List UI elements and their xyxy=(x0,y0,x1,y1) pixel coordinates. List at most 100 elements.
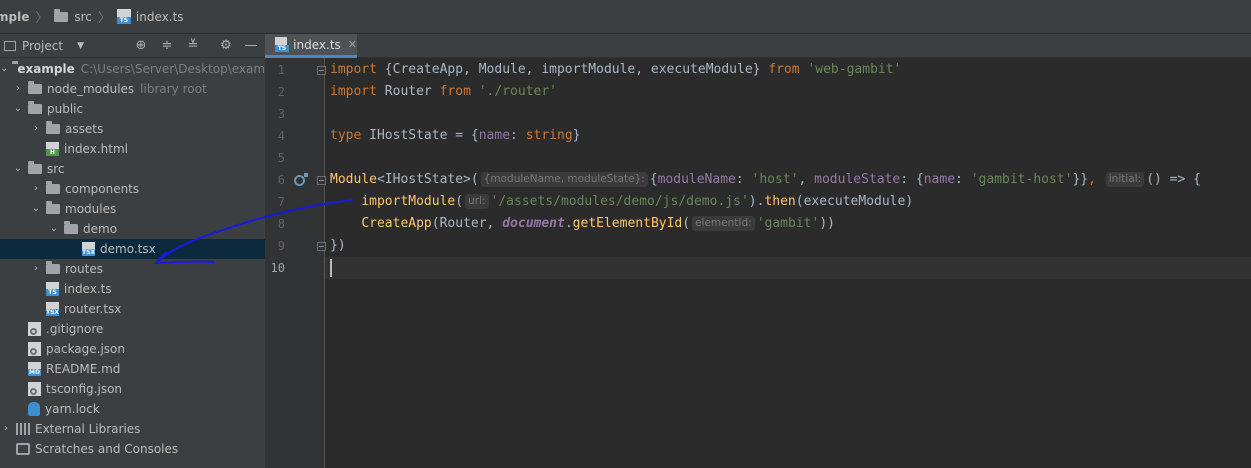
line-number[interactable]: 1 xyxy=(265,59,285,81)
line-number[interactable]: 6 xyxy=(265,169,285,191)
tree-item-label: README.md xyxy=(46,362,121,376)
tree-item-secondary: library root xyxy=(140,82,207,96)
tree-item-src[interactable]: ⌄ src xyxy=(0,159,265,179)
tree-item-demo-tsx[interactable]: TSX demo.tsx xyxy=(0,239,265,259)
folder-icon xyxy=(46,201,60,214)
fold-marker-icon[interactable] xyxy=(317,242,326,251)
yarn-icon xyxy=(28,402,40,416)
tree-item-router-tsx[interactable]: TSX router.tsx xyxy=(0,299,265,319)
ts-file-icon: TS xyxy=(275,37,289,52)
line-number[interactable]: 2 xyxy=(265,81,285,103)
code-line-9: }) xyxy=(330,238,346,253)
tsx-file-icon: TSX xyxy=(46,302,59,316)
tree-item-components[interactable]: › components xyxy=(0,179,265,199)
project-icon xyxy=(4,40,16,51)
fold-marker-icon[interactable] xyxy=(317,176,326,185)
folder-icon xyxy=(28,81,42,94)
tree-item-tsconfig-json[interactable]: tsconfig.json xyxy=(0,379,265,399)
tsx-file-icon: TSX xyxy=(82,242,95,256)
tree-item-public[interactable]: ⌄ public xyxy=(0,99,265,119)
tree-item-label: package.json xyxy=(46,342,126,356)
chevron-right-icon: 〉 xyxy=(97,11,111,26)
line-number[interactable]: 3 xyxy=(265,103,285,125)
hide-panel-icon[interactable]: — xyxy=(243,38,259,54)
project-view-selector[interactable]: Project ▼ xyxy=(4,39,84,53)
line-number[interactable]: 5 xyxy=(265,147,285,169)
chevron-right-icon[interactable]: › xyxy=(30,259,42,279)
breadcrumb-item-file[interactable]: TS index.ts xyxy=(116,9,184,24)
chevron-right-icon[interactable]: › xyxy=(30,119,42,139)
breadcrumb-label: index.ts xyxy=(135,9,184,24)
tree-item-assets[interactable]: › assets xyxy=(0,119,265,139)
ts-file-icon: TS xyxy=(46,282,59,296)
fold-marker-icon[interactable] xyxy=(317,66,326,75)
chevron-right-icon[interactable]: › xyxy=(12,79,24,99)
chevron-down-icon[interactable]: ⌄ xyxy=(12,99,24,119)
line-number[interactable]: 8 xyxy=(265,213,285,235)
tree-item-label: tsconfig.json xyxy=(46,382,123,396)
tree-item-readme-md[interactable]: MD README.md xyxy=(0,359,265,379)
chevron-right-icon[interactable]: › xyxy=(30,179,42,199)
libraries-icon xyxy=(16,423,30,435)
breadcrumb-item-project[interactable]: mple xyxy=(0,10,29,24)
implementation-marker-icon[interactable] xyxy=(294,173,308,186)
dropdown-arrow-icon: ▼ xyxy=(77,40,84,51)
tree-item-demo[interactable]: ⌄ demo xyxy=(0,219,265,239)
config-file-icon xyxy=(28,322,41,336)
folder-icon xyxy=(46,181,60,194)
line-number[interactable]: 9 xyxy=(265,235,285,257)
folder-icon xyxy=(54,8,69,22)
line-number[interactable]: 10 xyxy=(265,257,285,279)
code-line-2: import Router from './router' xyxy=(330,84,558,99)
tree-item-modules[interactable]: ⌄ modules xyxy=(0,199,265,219)
folder-icon xyxy=(28,161,42,174)
config-file-icon xyxy=(28,382,41,396)
expand-all-icon[interactable]: ≑ xyxy=(159,38,175,54)
parameter-hint: {moduleName, moduleState}: xyxy=(480,172,648,187)
chevron-down-icon[interactable]: ⌄ xyxy=(48,219,60,239)
folder-icon xyxy=(46,121,60,134)
line-number[interactable]: 4 xyxy=(265,125,285,147)
breadcrumb-item-src[interactable]: src xyxy=(54,8,92,24)
code-line-6: Module<IHostState>({moduleName, moduleSt… xyxy=(330,172,1201,187)
folder-icon xyxy=(64,221,78,234)
tree-item-label: modules xyxy=(65,202,117,216)
tree-item-label: External Libraries xyxy=(35,422,141,436)
tree-item-label: index.ts xyxy=(64,282,112,296)
code-line-4: type IHostState = {name: string} xyxy=(330,128,581,143)
editor-tab-bar: TS index.ts ✕ xyxy=(265,34,1251,58)
folder-icon xyxy=(28,101,42,114)
tree-item-label: yarn.lock xyxy=(45,402,100,416)
locate-file-icon[interactable]: ⊕ xyxy=(133,38,149,54)
tree-item-label: router.tsx xyxy=(64,302,122,316)
close-icon[interactable]: ✕ xyxy=(348,38,357,51)
tree-item-node-modules[interactable]: › node_modules library root xyxy=(0,79,265,99)
tree-item-package-json[interactable]: package.json xyxy=(0,339,265,359)
chevron-down-icon[interactable]: ⌄ xyxy=(0,59,8,79)
tree-item-label: demo.tsx xyxy=(100,242,156,256)
chevron-down-icon[interactable]: ⌄ xyxy=(30,199,42,219)
breadcrumb-label: src xyxy=(74,9,92,24)
line-number[interactable]: 7 xyxy=(265,191,285,213)
tree-item-label: routes xyxy=(65,262,103,276)
chevron-right-icon[interactable]: › xyxy=(0,419,12,439)
tree-item-example[interactable]: ⌄ example C:\Users\Server\Desktop\example xyxy=(0,59,283,79)
gear-icon[interactable]: ⚙ xyxy=(218,38,234,54)
tab-index-ts[interactable]: TS index.ts ✕ xyxy=(265,34,357,58)
parameter-hint: url: xyxy=(465,194,489,209)
tree-item-yarn-lock[interactable]: yarn.lock xyxy=(0,399,265,419)
tree-item-label: Scratches and Consoles xyxy=(35,442,179,456)
current-line-highlight xyxy=(325,257,1251,279)
chevron-down-icon[interactable]: ⌄ xyxy=(12,159,24,179)
html-file-icon: H xyxy=(46,142,59,156)
tree-item-index-ts[interactable]: TS index.ts xyxy=(0,279,265,299)
collapse-all-icon[interactable]: ≚ xyxy=(185,38,201,54)
tree-item-external-libraries[interactable]: › External Libraries xyxy=(0,419,265,439)
breadcrumb: mple 〉 src 〉 TS index.ts xyxy=(0,0,1251,34)
folder-icon xyxy=(46,261,60,274)
tree-item-gitignore[interactable]: .gitignore xyxy=(0,319,265,339)
tree-item-label: demo xyxy=(83,222,118,236)
tree-item-routes[interactable]: › routes xyxy=(0,259,265,279)
tree-item-index-html[interactable]: Hindex.html xyxy=(0,139,265,159)
tree-item-scratches-and-consoles[interactable]: Scratches and Consoles xyxy=(0,439,265,459)
